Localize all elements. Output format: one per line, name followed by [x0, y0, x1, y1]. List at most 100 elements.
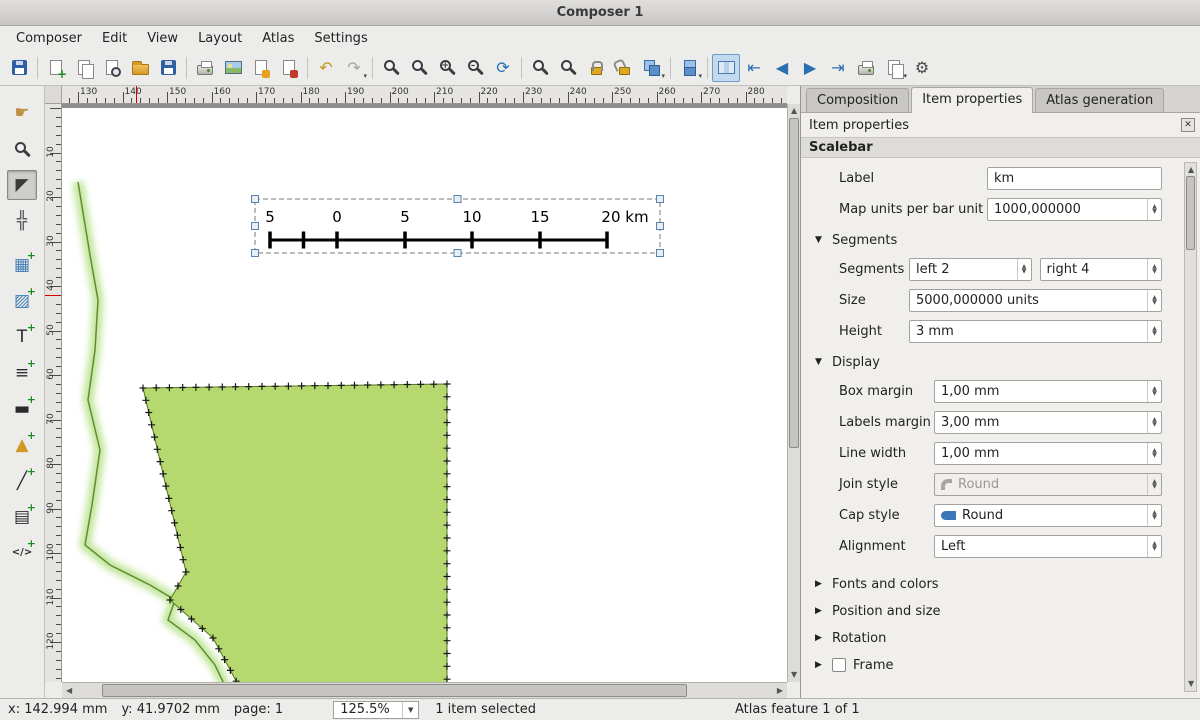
- atlas-last-feature-button[interactable]: ⇥: [824, 54, 852, 82]
- menu-edit[interactable]: Edit: [92, 29, 137, 48]
- panel-scrollbar[interactable]: ▲ ▼: [1184, 162, 1197, 692]
- export-atlas-button[interactable]: ▾: [880, 54, 908, 82]
- zoom-full-button[interactable]: [377, 54, 405, 82]
- horizontal-scroll-thumb[interactable]: [102, 684, 687, 697]
- select-move-item-tool-button[interactable]: ◤: [7, 170, 37, 200]
- spinner-arrows-icon[interactable]: ▲▼: [1147, 199, 1161, 220]
- add-scalebar-tool-button[interactable]: ▬+: [7, 394, 37, 424]
- zoom-out-button[interactable]: [461, 54, 489, 82]
- pan-tool-button[interactable]: ☛: [7, 98, 37, 128]
- menu-atlas[interactable]: Atlas: [252, 29, 304, 48]
- select-zoom-region-button[interactable]: [526, 54, 554, 82]
- composition-viewport[interactable]: 505101520 km: [62, 104, 787, 682]
- arrange-items-button[interactable]: ▾: [675, 54, 703, 82]
- combo-arrows-icon[interactable]: ▲▼: [1147, 536, 1161, 557]
- new-composer-button[interactable]: [42, 54, 70, 82]
- map-units-spinbox[interactable]: 1000,000000 ▲▼: [987, 198, 1162, 221]
- size-spinbox[interactable]: 5000,000000 units ▲▼: [909, 289, 1162, 312]
- scroll-left-icon[interactable]: ◀: [66, 687, 72, 695]
- section-frame[interactable]: ▶ Frame: [815, 655, 1162, 675]
- atlas-next-feature-button[interactable]: ▶: [796, 54, 824, 82]
- print-button[interactable]: [191, 54, 219, 82]
- dropdown-caret-icon[interactable]: ▾: [903, 72, 907, 80]
- atlas-first-feature-button[interactable]: ⇤: [740, 54, 768, 82]
- close-panel-icon[interactable]: ✕: [1181, 118, 1195, 132]
- add-legend-tool-button[interactable]: ≡+: [7, 358, 37, 388]
- menu-view[interactable]: View: [137, 29, 188, 48]
- scroll-down-icon[interactable]: ▼: [1188, 680, 1194, 688]
- section-display[interactable]: ▼ Display: [815, 352, 1162, 372]
- pan-composition-button[interactable]: [554, 54, 582, 82]
- segments-right-spinbox[interactable]: right 4 ▲▼: [1040, 258, 1163, 281]
- spinner-arrows-icon[interactable]: ▲▼: [1017, 259, 1031, 280]
- spinner-arrows-icon[interactable]: ▲▼: [1147, 290, 1161, 311]
- section-fonts-and-colors[interactable]: ▶ Fonts and colors: [815, 574, 1162, 594]
- export-as-image-button[interactable]: [219, 54, 247, 82]
- add-shape-tool-button[interactable]: ▲+: [7, 430, 37, 460]
- unlock-all-items-button[interactable]: [610, 54, 638, 82]
- spinner-arrows-icon[interactable]: ▲▼: [1147, 443, 1161, 464]
- atlas-settings-button[interactable]: ⚙: [908, 54, 936, 82]
- box-margin-spinbox[interactable]: 1,00 mm ▲▼: [934, 380, 1162, 403]
- labels-margin-spinbox[interactable]: 3,00 mm ▲▼: [934, 411, 1162, 434]
- zoom-tool-button[interactable]: [7, 134, 37, 164]
- alignment-combobox[interactable]: Left ▲▼: [934, 535, 1162, 558]
- lock-selected-items-button[interactable]: [582, 54, 610, 82]
- scroll-down-icon[interactable]: ▼: [791, 671, 797, 679]
- save-as-template-button[interactable]: [154, 54, 182, 82]
- chevron-down-icon[interactable]: ▼: [402, 702, 418, 718]
- print-atlas-button[interactable]: [852, 54, 880, 82]
- scroll-up-icon[interactable]: ▲: [1188, 166, 1194, 174]
- undo-button[interactable]: ↶: [312, 54, 340, 82]
- panel-scroll-thumb[interactable]: [1186, 176, 1195, 250]
- section-position-and-size[interactable]: ▶ Position and size: [815, 601, 1162, 621]
- height-spinbox[interactable]: 3 mm ▲▼: [909, 320, 1162, 343]
- add-image-tool-button[interactable]: ▨+: [7, 286, 37, 316]
- move-item-content-tool-button[interactable]: ╬: [7, 206, 37, 236]
- atlas-previous-feature-button[interactable]: ◀: [768, 54, 796, 82]
- cap-style-combobox[interactable]: Round ▲▼: [934, 504, 1162, 527]
- add-html-frame-tool-button[interactable]: </>+: [7, 538, 37, 568]
- label-input[interactable]: km: [987, 167, 1162, 190]
- vertical-scroll-thumb[interactable]: [789, 118, 799, 448]
- tab-atlas-generation[interactable]: Atlas generation: [1035, 88, 1164, 112]
- add-arrow-tool-button[interactable]: ╱+: [7, 466, 37, 496]
- section-segments[interactable]: ▼ Segments: [815, 230, 1162, 250]
- canvas-horizontal-scrollbar[interactable]: ◀ ▶: [62, 682, 787, 698]
- tab-item-properties[interactable]: Item properties: [911, 87, 1033, 113]
- frame-checkbox[interactable]: [832, 658, 846, 672]
- dropdown-caret-icon[interactable]: ▾: [363, 72, 367, 80]
- scroll-right-icon[interactable]: ▶: [777, 687, 783, 695]
- zoom-level-combobox[interactable]: 125.5% ▼: [333, 701, 419, 719]
- group-items-button[interactable]: ▾: [638, 54, 666, 82]
- window-titlebar[interactable]: Composer 1: [0, 0, 1200, 26]
- dropdown-caret-icon[interactable]: ▾: [698, 72, 702, 80]
- menu-layout[interactable]: Layout: [188, 29, 252, 48]
- export-as-pdf-button[interactable]: [275, 54, 303, 82]
- combo-arrows-icon[interactable]: ▲▼: [1147, 505, 1161, 526]
- duplicate-composer-button[interactable]: [70, 54, 98, 82]
- export-as-svg-button[interactable]: [247, 54, 275, 82]
- atlas-preview-toggle-button[interactable]: [712, 54, 740, 82]
- spinner-arrows-icon[interactable]: ▲▼: [1147, 381, 1161, 402]
- page-canvas[interactable]: 505101520 km: [62, 104, 787, 682]
- scalebar-item[interactable]: 505101520 km: [252, 196, 664, 257]
- scroll-up-icon[interactable]: ▲: [791, 107, 797, 115]
- dropdown-caret-icon[interactable]: ▾: [661, 72, 665, 80]
- line-width-spinbox[interactable]: 1,00 mm ▲▼: [934, 442, 1162, 465]
- zoom-in-button[interactable]: [433, 54, 461, 82]
- segments-left-spinbox[interactable]: left 2 ▲▼: [909, 258, 1032, 281]
- add-label-tool-button[interactable]: T+: [7, 322, 37, 352]
- composer-manager-button[interactable]: [98, 54, 126, 82]
- add-new-map-tool-button[interactable]: ▦+: [7, 250, 37, 280]
- menu-composer[interactable]: Composer: [6, 29, 92, 48]
- zoom-actual-size-button[interactable]: [405, 54, 433, 82]
- spinner-arrows-icon[interactable]: ▲▼: [1147, 321, 1161, 342]
- add-attribute-table-tool-button[interactable]: ▤+: [7, 502, 37, 532]
- spinner-arrows-icon[interactable]: ▲▼: [1147, 259, 1161, 280]
- spinner-arrows-icon[interactable]: ▲▼: [1147, 412, 1161, 433]
- canvas-vertical-scrollbar[interactable]: ▲ ▼: [787, 104, 800, 682]
- refresh-view-button[interactable]: ⟳: [489, 54, 517, 82]
- menu-settings[interactable]: Settings: [304, 29, 377, 48]
- load-from-template-button[interactable]: [126, 54, 154, 82]
